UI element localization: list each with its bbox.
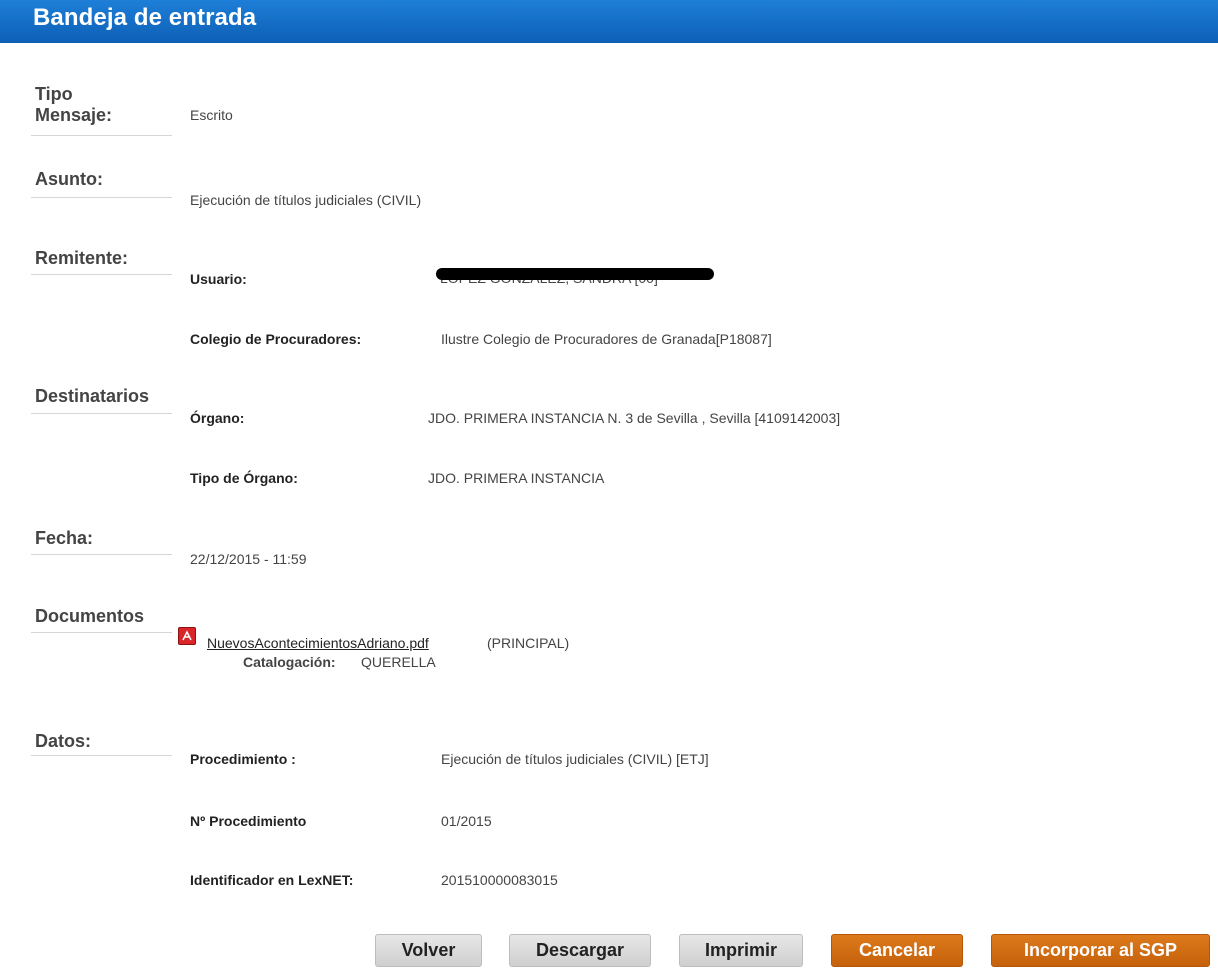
remitente-label: Remitente: — [35, 248, 129, 268]
volver-button[interactable]: Volver — [375, 934, 482, 967]
imprimir-button[interactable]: Imprimir — [679, 934, 803, 967]
tipo-mensaje-value: Escrito — [190, 107, 233, 123]
section-divider — [31, 632, 172, 633]
tipo-mensaje-label: Tipo Mensaje: — [35, 84, 112, 126]
page-title: Bandeja de entrada — [33, 4, 257, 31]
asunto-label: Asunto: — [35, 169, 103, 189]
organo-label: Órgano: — [190, 410, 245, 426]
usuario-label: Usuario: — [190, 271, 247, 287]
datos-label: Datos: — [35, 731, 92, 751]
descargar-button[interactable]: Descargar — [509, 934, 651, 967]
colegio-value: Ilustre Colegio de Procuradores de Grana… — [441, 331, 772, 347]
cancelar-button[interactable]: Cancelar — [831, 934, 963, 967]
section-divider — [31, 197, 172, 198]
section-divider — [31, 413, 172, 414]
page-header: Bandeja de entrada — [0, 0, 1218, 43]
incorporar-sgp-button[interactable]: Incorporar al SGP — [991, 934, 1210, 967]
fecha-value: 22/12/2015 - 11:59 — [190, 551, 307, 567]
tipo-mensaje-label-line1: Tipo — [35, 84, 73, 104]
procedimiento-value: Ejecución de títulos judiciales (CIVIL) … — [441, 751, 709, 767]
pdf-icon[interactable] — [178, 627, 196, 645]
lexnet-value: 201510000083015 — [441, 872, 558, 888]
redaction-mark — [436, 268, 714, 280]
catalogacion-label: Catalogación: — [243, 654, 336, 670]
tipo-mensaje-label-line2: Mensaje: — [35, 105, 113, 125]
documentos-label: Documentos — [35, 606, 145, 626]
tipo-organo-value: JDO. PRIMERA INSTANCIA — [428, 470, 605, 486]
num-procedimiento-value: 01/2015 — [441, 813, 492, 829]
lexnet-label: Identificador en LexNET: — [190, 872, 354, 888]
section-divider — [31, 755, 172, 756]
asunto-value: Ejecución de títulos judiciales (CIVIL) — [190, 192, 422, 208]
fecha-label: Fecha: — [35, 528, 94, 548]
section-divider — [31, 554, 172, 555]
num-procedimiento-label: Nº Procedimiento — [190, 813, 307, 829]
organo-value: JDO. PRIMERA INSTANCIA N. 3 de Sevilla ,… — [428, 410, 841, 426]
document-tag: (PRINCIPAL) — [487, 635, 570, 651]
tipo-organo-label: Tipo de Órgano: — [190, 470, 298, 486]
section-divider — [31, 135, 172, 136]
section-divider — [31, 274, 172, 275]
procedimiento-label: Procedimiento : — [190, 751, 296, 767]
catalogacion-value: QUERELLA — [361, 654, 436, 670]
destinatarios-label: Destinatarios — [35, 386, 150, 406]
document-link[interactable]: NuevosAcontecimientosAdriano.pdf — [207, 635, 429, 651]
colegio-label: Colegio de Procuradores: — [190, 331, 362, 347]
